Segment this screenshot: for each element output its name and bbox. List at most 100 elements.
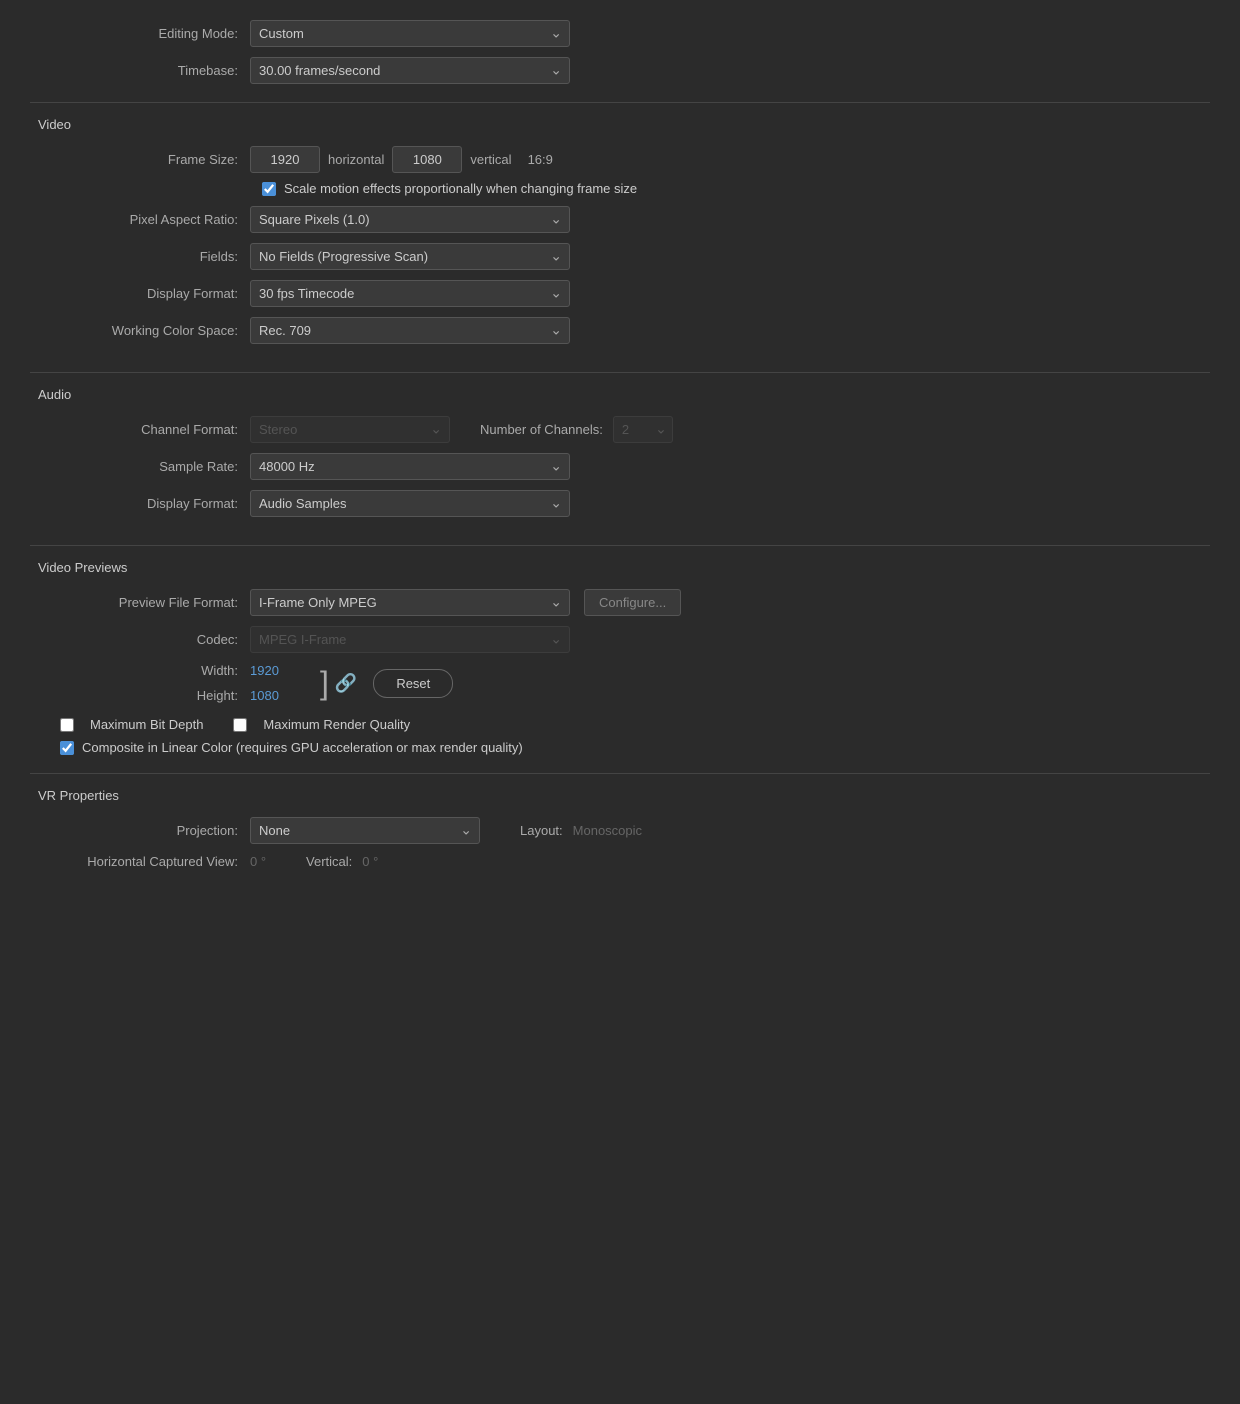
audio-display-format-select-wrapper[interactable]: Audio Samples xyxy=(250,490,570,517)
codec-select: MPEG I-Frame xyxy=(250,626,570,653)
video-section-title: Video xyxy=(30,117,1210,132)
vr-horizontal-row: Horizontal Captured View: 0 ° Vertical: … xyxy=(30,854,1210,869)
fields-select[interactable]: No Fields (Progressive Scan) xyxy=(250,243,570,270)
frame-width-input[interactable] xyxy=(250,146,320,173)
vr-horizontal-label: Horizontal Captured View: xyxy=(30,854,250,869)
top-section: Editing Mode: Custom Timebase: 30.00 fra… xyxy=(30,20,1210,84)
settings-container: Editing Mode: Custom Timebase: 30.00 fra… xyxy=(0,0,1240,917)
sample-rate-row: Sample Rate: 48000 Hz xyxy=(30,453,1210,480)
sample-rate-select-wrapper[interactable]: 48000 Hz xyxy=(250,453,570,480)
fields-row: Fields: No Fields (Progressive Scan) xyxy=(30,243,1210,270)
vr-vertical-value: 0 ° xyxy=(362,854,378,869)
checkboxes-row: Maximum Bit Depth Maximum Render Quality xyxy=(30,717,1210,732)
video-previews-title: Video Previews xyxy=(30,560,1210,575)
vr-vertical-label: Vertical: xyxy=(306,854,352,869)
vr-projection-select-wrapper[interactable]: None xyxy=(250,817,480,844)
vr-section-title: VR Properties xyxy=(30,788,1210,803)
pixel-aspect-row: Pixel Aspect Ratio: Square Pixels (1.0) xyxy=(30,206,1210,233)
timebase-select[interactable]: 30.00 frames/second xyxy=(250,57,570,84)
reset-button[interactable]: Reset xyxy=(373,669,453,698)
vr-layout-group: Layout: Monoscopic xyxy=(520,823,642,838)
channel-format-select: Stereo xyxy=(250,416,450,443)
bracket-link-group: ] 🔗 Reset xyxy=(320,667,453,699)
vr-layout-value: Monoscopic xyxy=(573,823,642,838)
audio-section: Audio Channel Format: Stereo Number of C… xyxy=(30,372,1210,545)
editing-mode-row: Editing Mode: Custom xyxy=(30,20,1210,47)
audio-display-format-select[interactable]: Audio Samples xyxy=(250,490,570,517)
video-section: Video Frame Size: horizontal vertical 16… xyxy=(30,102,1210,372)
bracket-icon: ] xyxy=(320,667,329,699)
wh-fields: Width: 1920 Height: 1080 xyxy=(30,663,310,703)
max-render-quality-label: Maximum Render Quality xyxy=(263,717,410,732)
vr-projection-row: Projection: None Layout: Monoscopic xyxy=(30,817,1210,844)
fields-select-wrapper[interactable]: No Fields (Progressive Scan) xyxy=(250,243,570,270)
max-bit-depth-label: Maximum Bit Depth xyxy=(90,717,203,732)
editing-mode-label: Editing Mode: xyxy=(30,26,250,41)
vr-projection-label: Projection: xyxy=(30,823,250,838)
aspect-ratio-label: 16:9 xyxy=(528,152,553,167)
audio-display-format-row: Display Format: Audio Samples xyxy=(30,490,1210,517)
preview-file-format-label: Preview File Format: xyxy=(30,595,250,610)
link-icon[interactable]: 🔗 xyxy=(335,673,357,694)
vr-projection-select[interactable]: None xyxy=(250,817,480,844)
max-render-quality-item: Maximum Render Quality xyxy=(233,717,410,732)
width-label: Width: xyxy=(30,663,250,678)
height-row: Height: 1080 xyxy=(30,688,310,703)
working-color-row: Working Color Space: Rec. 709 xyxy=(30,317,1210,344)
codec-label: Codec: xyxy=(30,632,250,647)
num-channels-label: Number of Channels: xyxy=(480,422,603,437)
video-display-format-select-wrapper[interactable]: 30 fps Timecode xyxy=(250,280,570,307)
sample-rate-label: Sample Rate: xyxy=(30,459,250,474)
video-previews-section: Video Previews Preview File Format: I-Fr… xyxy=(30,545,1210,773)
timebase-select-wrapper[interactable]: 30.00 frames/second xyxy=(250,57,570,84)
editing-mode-select[interactable]: Custom xyxy=(250,20,570,47)
configure-button[interactable]: Configure... xyxy=(584,589,681,616)
fields-label: Fields: xyxy=(30,249,250,264)
frame-size-row: Frame Size: horizontal vertical 16:9 xyxy=(30,146,1210,173)
audio-display-format-label: Display Format: xyxy=(30,496,250,511)
width-value[interactable]: 1920 xyxy=(250,663,310,678)
preview-format-select-wrapper[interactable]: I-Frame Only MPEG xyxy=(250,589,570,616)
composite-checkbox[interactable] xyxy=(60,741,74,755)
vertical-label: vertical xyxy=(470,152,511,167)
scale-checkbox-row: Scale motion effects proportionally when… xyxy=(30,181,1210,196)
vr-layout-label: Layout: xyxy=(520,823,563,838)
codec-select-wrapper: MPEG I-Frame xyxy=(250,626,570,653)
scale-checkbox-label: Scale motion effects proportionally when… xyxy=(284,181,637,196)
pixel-aspect-select[interactable]: Square Pixels (1.0) xyxy=(250,206,570,233)
editing-mode-select-wrapper[interactable]: Custom xyxy=(250,20,570,47)
max-render-quality-checkbox[interactable] xyxy=(233,718,247,732)
sample-rate-select[interactable]: 48000 Hz xyxy=(250,453,570,480)
pixel-aspect-label: Pixel Aspect Ratio: xyxy=(30,212,250,227)
horizontal-label: horizontal xyxy=(328,152,384,167)
max-bit-depth-checkbox[interactable] xyxy=(60,718,74,732)
channel-format-row: Channel Format: Stereo Number of Channel… xyxy=(30,416,1210,443)
channel-format-select-wrapper: Stereo xyxy=(250,416,450,443)
frame-height-input[interactable] xyxy=(392,146,462,173)
scale-checkbox[interactable] xyxy=(262,182,276,196)
preview-format-select[interactable]: I-Frame Only MPEG xyxy=(250,589,570,616)
composite-row: Composite in Linear Color (requires GPU … xyxy=(30,740,1210,755)
preview-file-format-row: Preview File Format: I-Frame Only MPEG C… xyxy=(30,589,1210,616)
pixel-aspect-select-wrapper[interactable]: Square Pixels (1.0) xyxy=(250,206,570,233)
channel-format-label: Channel Format: xyxy=(30,422,250,437)
vr-horizontal-value: 0 ° xyxy=(250,854,266,869)
max-bit-depth-item: Maximum Bit Depth xyxy=(60,717,203,732)
timebase-label: Timebase: xyxy=(30,63,250,78)
height-label: Height: xyxy=(30,688,250,703)
video-display-format-row: Display Format: 30 fps Timecode xyxy=(30,280,1210,307)
working-color-select-wrapper[interactable]: Rec. 709 xyxy=(250,317,570,344)
width-row: Width: 1920 xyxy=(30,663,310,678)
frame-size-label: Frame Size: xyxy=(30,152,250,167)
video-display-format-select[interactable]: 30 fps Timecode xyxy=(250,280,570,307)
width-height-section: Width: 1920 Height: 1080 ] 🔗 Reset xyxy=(30,663,1210,703)
vr-section: VR Properties Projection: None Layout: M… xyxy=(30,773,1210,897)
composite-label: Composite in Linear Color (requires GPU … xyxy=(82,740,523,755)
video-display-format-label: Display Format: xyxy=(30,286,250,301)
height-value[interactable]: 1080 xyxy=(250,688,310,703)
num-channels-select-wrapper: 2 xyxy=(613,416,673,443)
codec-row: Codec: MPEG I-Frame xyxy=(30,626,1210,653)
working-color-label: Working Color Space: xyxy=(30,323,250,338)
working-color-select[interactable]: Rec. 709 xyxy=(250,317,570,344)
timebase-row: Timebase: 30.00 frames/second xyxy=(30,57,1210,84)
